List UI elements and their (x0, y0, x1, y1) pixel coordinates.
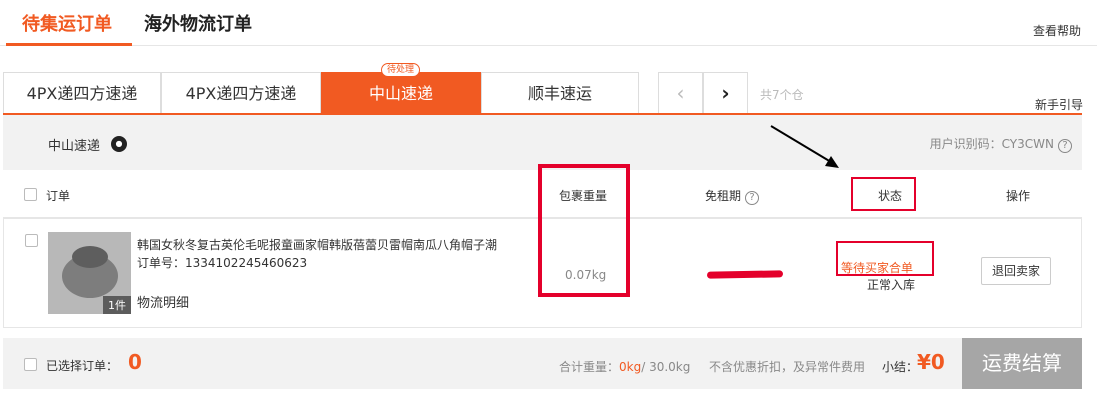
status-stored: 正常入库 (867, 278, 916, 292)
header-operation: 操作 (1006, 189, 1031, 203)
carrier-tab-4px-1[interactable]: 4PX递四方速递 (3, 72, 161, 114)
logistics-detail-link[interactable]: 物流明细 (137, 292, 189, 311)
beginner-guide-link[interactable]: 新手引导 (1035, 96, 1083, 113)
fee-note: 不含优惠折扣，及异常件费用 (709, 360, 866, 374)
annotation-box-weight (538, 164, 630, 297)
total-weight: 合计重量：0kg/ 30.0kg (559, 358, 690, 375)
carrier-logo-icon: ● (111, 136, 127, 152)
annotation-box-status-value (836, 241, 934, 276)
annotation-arrow-icon (770, 125, 839, 168)
redacted-free-period (706, 270, 784, 279)
carrier-tab-zhongshan[interactable]: 中山速递 (321, 72, 481, 114)
product-thumbnail[interactable]: 1件 (48, 232, 131, 314)
return-to-seller-button[interactable]: 退回卖家 (981, 257, 1051, 285)
order-number: 订单号：1334102245460623 (137, 256, 308, 270)
user-code: 用户识别码：CY3CWN? (930, 135, 1072, 153)
tab-pending-consolidation[interactable]: 待集运订单 (22, 10, 112, 36)
total-weight-label: 合计重量： (559, 360, 620, 374)
user-code-text: 用户识别码：CY3CWN (929, 137, 1054, 151)
header-free-period: 免租期? (705, 187, 760, 205)
selected-orders-count: 0 (128, 350, 142, 374)
hat-image-crown (72, 246, 108, 268)
carrier-tab-4px-2[interactable]: 4PX递四方速递 (161, 72, 321, 114)
free-period-help-icon[interactable]: ? (745, 191, 760, 205)
subtotal-amount: ¥0 (917, 350, 945, 374)
top-tab-bar: 待集运订单 海外物流订单 查看帮助 (0, 0, 1097, 46)
annotation-box-status-header (851, 177, 916, 211)
header-free-period-label: 免租期 (705, 189, 742, 203)
help-icon[interactable]: ? (1058, 139, 1072, 153)
max-weight: / 30.0kg (641, 360, 691, 374)
header-order: 订单 (46, 189, 71, 203)
subtotal-label: 小结： (882, 360, 919, 374)
order-checkbox[interactable] (25, 234, 38, 247)
selected-weight: 0kg (619, 360, 642, 374)
checkout-footer: 已选择订单： 0 合计重量：0kg/ 30.0kg 不含优惠折扣，及异常件费用 … (3, 338, 1082, 389)
footer-select-all-checkbox[interactable] (24, 358, 37, 371)
carrier-info-bar: 中山速递 ● 用户识别码：CY3CWN? (3, 115, 1082, 170)
tab-overseas-logistics[interactable]: 海外物流订单 (144, 10, 252, 36)
item-count-badge: 1件 (103, 296, 131, 314)
active-tab-underline (6, 43, 132, 46)
product-title[interactable]: 韩国女秋冬复古英伦毛呢报童画家帽韩版蓓蕾贝雷帽南瓜八角帽子潮 (137, 236, 497, 253)
carrier-next-button[interactable]: › (703, 72, 748, 114)
selected-orders-label: 已选择订单： (46, 359, 119, 373)
warehouse-count: 共7个仓 (760, 88, 804, 102)
page-root: 待集运订单 海外物流订单 查看帮助 4PX递四方速递 4PX递四方速递 中山速递… (0, 0, 1097, 398)
pending-badge: 待处理 (381, 63, 421, 77)
carrier-prev-button[interactable]: ‹ (658, 72, 703, 114)
help-link[interactable]: 查看帮助 (1033, 22, 1081, 39)
select-all-checkbox[interactable] (24, 188, 37, 201)
shipping-checkout-button[interactable]: 运费结算 (962, 338, 1082, 389)
carrier-tab-sf[interactable]: 顺丰速运 (481, 72, 639, 114)
carrier-name: 中山速递 (48, 139, 101, 154)
